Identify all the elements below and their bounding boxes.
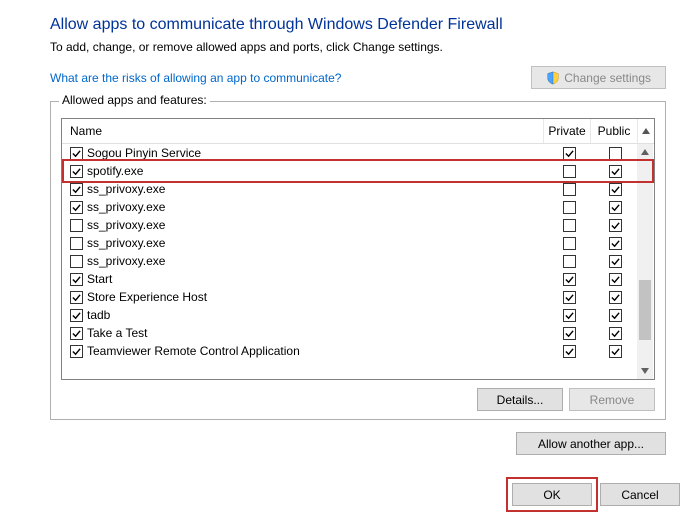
enable-checkbox[interactable] bbox=[70, 201, 83, 214]
private-checkbox[interactable] bbox=[563, 345, 576, 358]
public-checkbox[interactable] bbox=[609, 273, 622, 286]
private-checkbox[interactable] bbox=[563, 201, 576, 214]
table-row[interactable]: Teamviewer Remote Control Application bbox=[62, 342, 654, 360]
public-checkbox[interactable] bbox=[609, 309, 622, 322]
app-name-label: Sogou Pinyin Service bbox=[87, 146, 201, 160]
scroll-track[interactable] bbox=[637, 160, 653, 363]
private-checkbox[interactable] bbox=[563, 165, 576, 178]
page-subtitle: To add, change, or remove allowed apps a… bbox=[50, 40, 666, 54]
table-row[interactable]: Store Experience Host bbox=[62, 288, 654, 306]
table-row[interactable]: ss_privoxy.exe bbox=[62, 180, 654, 198]
enable-checkbox[interactable] bbox=[70, 255, 83, 268]
enable-checkbox[interactable] bbox=[70, 327, 83, 340]
private-checkbox[interactable] bbox=[563, 183, 576, 196]
table-row[interactable]: tadb bbox=[62, 306, 654, 324]
scroll-down-button[interactable] bbox=[637, 363, 653, 379]
column-header-public[interactable]: Public bbox=[590, 119, 637, 143]
public-checkbox[interactable] bbox=[609, 291, 622, 304]
private-checkbox[interactable] bbox=[563, 273, 576, 286]
public-checkbox[interactable] bbox=[609, 165, 622, 178]
allow-another-app-button[interactable]: Allow another app... bbox=[516, 432, 666, 455]
public-checkbox[interactable] bbox=[609, 183, 622, 196]
public-checkbox[interactable] bbox=[609, 345, 622, 358]
private-checkbox[interactable] bbox=[563, 327, 576, 340]
table-row[interactable]: ss_privoxy.exe bbox=[62, 216, 654, 234]
app-name-label: ss_privoxy.exe bbox=[87, 218, 165, 232]
enable-checkbox[interactable] bbox=[70, 345, 83, 358]
enable-checkbox[interactable] bbox=[70, 183, 83, 196]
table-row[interactable]: spotify.exe bbox=[62, 162, 654, 180]
column-sort-indicator[interactable] bbox=[637, 119, 654, 143]
table-row[interactable]: Sogou Pinyin Service bbox=[62, 144, 654, 162]
change-settings-button[interactable]: Change settings bbox=[531, 66, 666, 89]
enable-checkbox[interactable] bbox=[70, 237, 83, 250]
scrollbar[interactable] bbox=[637, 144, 653, 379]
table-row[interactable]: ss_privoxy.exe bbox=[62, 234, 654, 252]
dialog-footer: OK Cancel bbox=[512, 483, 680, 506]
app-name-label: ss_privoxy.exe bbox=[87, 254, 165, 268]
risks-link[interactable]: What are the risks of allowing an app to… bbox=[50, 71, 341, 85]
public-checkbox[interactable] bbox=[609, 237, 622, 250]
app-name-label: ss_privoxy.exe bbox=[87, 200, 165, 214]
allowed-apps-groupbox: Allowed apps and features: Name Private … bbox=[50, 101, 666, 420]
change-settings-label: Change settings bbox=[564, 71, 651, 85]
app-name-label: Store Experience Host bbox=[87, 290, 207, 304]
enable-checkbox[interactable] bbox=[70, 273, 83, 286]
public-checkbox[interactable] bbox=[609, 147, 622, 160]
enable-checkbox[interactable] bbox=[70, 147, 83, 160]
app-name-label: ss_privoxy.exe bbox=[87, 182, 165, 196]
enable-checkbox[interactable] bbox=[70, 219, 83, 232]
app-name-label: spotify.exe bbox=[87, 164, 143, 178]
apps-listview[interactable]: Name Private Public Sogou Pinyin Service… bbox=[61, 118, 655, 380]
groupbox-label: Allowed apps and features: bbox=[59, 93, 210, 107]
enable-checkbox[interactable] bbox=[70, 309, 83, 322]
remove-button[interactable]: Remove bbox=[569, 388, 655, 411]
page-title: Allow apps to communicate through Window… bbox=[50, 16, 666, 34]
private-checkbox[interactable] bbox=[563, 237, 576, 250]
private-checkbox[interactable] bbox=[563, 147, 576, 160]
table-row[interactable]: ss_privoxy.exe bbox=[62, 252, 654, 270]
private-checkbox[interactable] bbox=[563, 219, 576, 232]
table-row[interactable]: Take a Test bbox=[62, 324, 654, 342]
enable-checkbox[interactable] bbox=[70, 165, 83, 178]
app-name-label: ss_privoxy.exe bbox=[87, 236, 165, 250]
public-checkbox[interactable] bbox=[609, 327, 622, 340]
public-checkbox[interactable] bbox=[609, 255, 622, 268]
app-name-label: Take a Test bbox=[87, 326, 147, 340]
private-checkbox[interactable] bbox=[563, 291, 576, 304]
table-row[interactable]: Start bbox=[62, 270, 654, 288]
listview-header: Name Private Public bbox=[62, 119, 654, 144]
private-checkbox[interactable] bbox=[563, 309, 576, 322]
public-checkbox[interactable] bbox=[609, 201, 622, 214]
app-name-label: Teamviewer Remote Control Application bbox=[87, 344, 300, 358]
app-name-label: tadb bbox=[87, 308, 110, 322]
public-checkbox[interactable] bbox=[609, 219, 622, 232]
details-button[interactable]: Details... bbox=[477, 388, 563, 411]
app-name-label: Start bbox=[87, 272, 112, 286]
private-checkbox[interactable] bbox=[563, 255, 576, 268]
column-header-private[interactable]: Private bbox=[543, 119, 590, 143]
column-header-name[interactable]: Name bbox=[62, 124, 543, 138]
cancel-button[interactable]: Cancel bbox=[600, 483, 680, 506]
ok-button[interactable]: OK bbox=[512, 483, 592, 506]
enable-checkbox[interactable] bbox=[70, 291, 83, 304]
shield-icon bbox=[546, 71, 560, 85]
scroll-thumb[interactable] bbox=[639, 280, 651, 340]
table-row[interactable]: ss_privoxy.exe bbox=[62, 198, 654, 216]
scroll-up-button[interactable] bbox=[637, 144, 653, 160]
